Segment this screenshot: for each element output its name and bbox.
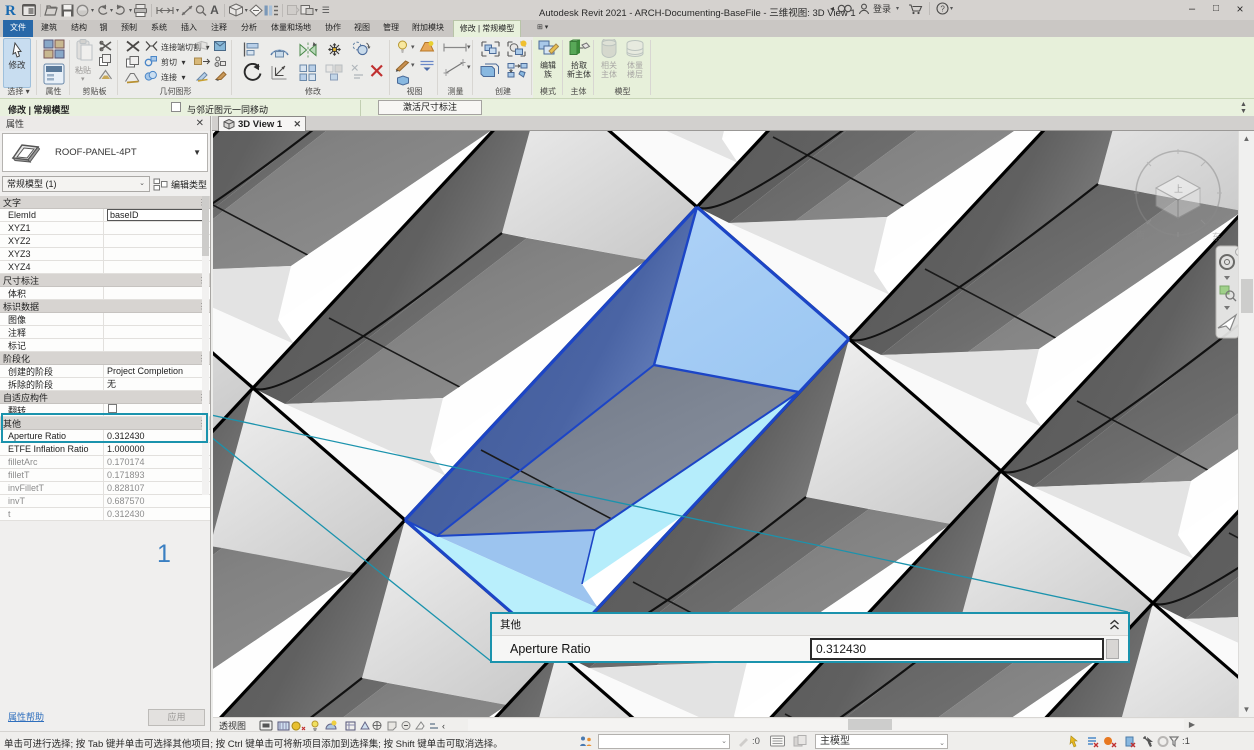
svg-text:?: ? [940, 4, 945, 13]
svg-text:上: 上 [1174, 184, 1183, 194]
svg-text:R: R [5, 3, 16, 18]
svg-text:东: 东 [1212, 231, 1221, 242]
svg-text:南: 南 [1136, 229, 1145, 240]
svg-text:‹: ‹ [442, 721, 445, 731]
